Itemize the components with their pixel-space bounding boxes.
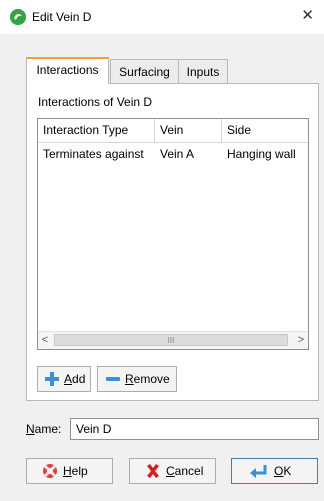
section-label: Interactions of Vein D <box>38 95 153 109</box>
cross-icon <box>145 463 161 479</box>
scroll-thumb[interactable]: III <box>54 334 288 346</box>
add-button[interactable]: Add <box>37 366 91 392</box>
column-header-interaction-type[interactable]: Interaction Type <box>38 119 155 142</box>
interactions-table: Interaction Type Vein Side Terminates ag… <box>37 118 309 350</box>
help-button[interactable]: Help <box>26 458 113 484</box>
enter-arrow-icon <box>249 463 267 479</box>
column-header-vein[interactable]: Vein <box>155 119 222 142</box>
ok-button-label: OK <box>274 464 292 478</box>
cancel-button[interactable]: Cancel <box>129 458 216 484</box>
cell-side: Hanging wall <box>227 147 296 161</box>
cancel-button-label: Cancel <box>166 464 204 478</box>
name-label: Name: <box>26 422 62 436</box>
plus-icon <box>44 371 60 387</box>
ok-button[interactable]: OK <box>231 458 318 484</box>
help-button-label: Help <box>63 464 88 478</box>
add-button-label: Add <box>64 372 86 386</box>
table-header: Interaction Type Vein Side <box>38 119 308 143</box>
tab-inputs[interactable]: Inputs <box>178 59 228 84</box>
scroll-right-icon[interactable]: > <box>294 332 308 349</box>
tab-interactions[interactable]: Interactions <box>26 57 109 84</box>
interactions-panel: Interactions of Vein D Interaction Type … <box>26 83 319 401</box>
lifebuoy-icon <box>42 463 58 479</box>
scroll-left-icon[interactable]: < <box>38 332 52 349</box>
name-input[interactable]: Vein D <box>70 418 319 440</box>
remove-button[interactable]: Remove <box>97 366 177 392</box>
app-logo-icon <box>10 9 26 25</box>
title-bar: Edit Vein D ✕ <box>0 0 324 34</box>
horizontal-scrollbar[interactable]: < III > <box>38 331 308 349</box>
minus-icon <box>105 371 121 387</box>
window-title: Edit Vein D <box>32 10 92 24</box>
cell-interaction-type: Terminates against <box>43 147 144 161</box>
close-icon[interactable]: ✕ <box>301 7 314 25</box>
name-row: Name: Vein D <box>26 418 319 442</box>
remove-button-label: Remove <box>125 372 170 386</box>
tab-surfacing[interactable]: Surfacing <box>110 59 179 84</box>
column-header-side[interactable]: Side <box>222 119 308 142</box>
scroll-grip: III <box>167 336 175 345</box>
cell-vein: Vein A <box>160 147 195 161</box>
